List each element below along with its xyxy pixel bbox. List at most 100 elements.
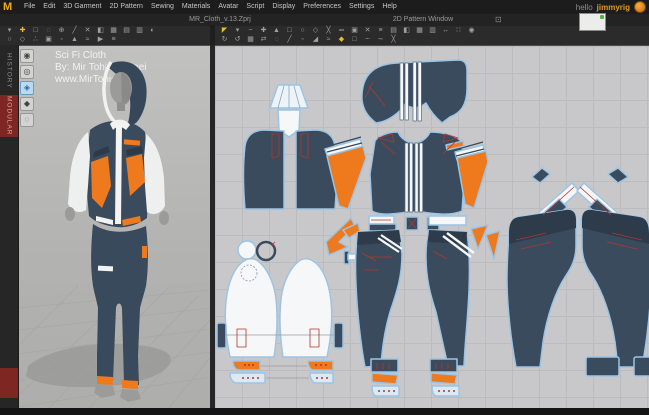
pattern-piece-pantcuff-navy-1[interactable]: [371, 359, 398, 372]
bounding-volume-icon[interactable]: ▣: [42, 35, 55, 44]
pattern-piece-backcuff-1[interactable]: [586, 357, 619, 376]
sleeve-right-3d[interactable]: [144, 134, 165, 214]
scissors-icon[interactable]: ✕: [81, 26, 94, 35]
menu-help[interactable]: Help: [378, 0, 400, 14]
transform-gizmo-icon[interactable]: ⊕: [55, 26, 68, 35]
seam-taping-icon[interactable]: ═: [335, 26, 348, 35]
modular-tab[interactable]: MODULAR: [0, 95, 18, 137]
add-pin-icon[interactable]: ✚: [16, 26, 29, 35]
colorway-preview[interactable]: [579, 13, 606, 31]
slash-tool-icon[interactable]: ╳: [387, 35, 400, 44]
menu-file[interactable]: File: [20, 0, 39, 14]
steam-3d-icon[interactable]: ≈: [81, 35, 94, 44]
pattern-piece-pantcuff-orange-2[interactable]: [431, 373, 457, 384]
pattern-piece-cuff-orange-1[interactable]: [233, 361, 260, 370]
pattern-piece-back-bodice-left[interactable]: [244, 130, 285, 209]
menu-avatar[interactable]: Avatar: [214, 0, 242, 14]
show-arrangement-points-icon[interactable]: ◎: [20, 65, 34, 79]
curve-tool-icon[interactable]: ∼: [374, 35, 387, 44]
show-avatar-icon[interactable]: ◉: [20, 49, 34, 63]
pattern-piece-placket-left[interactable]: [217, 323, 226, 348]
edit-curvature-icon[interactable]: ~: [244, 26, 257, 35]
menu-script[interactable]: Script: [242, 0, 268, 14]
show-mesh-icon[interactable]: ↔: [439, 26, 452, 35]
pose-load-icon[interactable]: ◦: [55, 35, 68, 44]
sleeve-left-3d[interactable]: [68, 132, 90, 212]
menu-settings[interactable]: Settings: [345, 0, 378, 14]
pattern-piece-orange-arrow-right[interactable]: [471, 225, 488, 249]
add-point-icon[interactable]: ✚: [257, 26, 270, 35]
menu-preferences[interactable]: Preferences: [299, 0, 345, 14]
menu-materials[interactable]: Materials: [178, 0, 214, 14]
menu-edit[interactable]: Edit: [39, 0, 59, 14]
username-text[interactable]: jimmyrig: [597, 3, 630, 12]
pattern-piece-sleeve-right[interactable]: [280, 259, 332, 357]
dashed-line-icon[interactable]: ┄: [361, 35, 374, 44]
menu-display[interactable]: Display: [268, 0, 299, 14]
pattern-piece-diamond-left[interactable]: [532, 168, 550, 183]
float-window-icon[interactable]: ⊡: [495, 15, 502, 24]
add-circle-icon[interactable]: ○: [296, 26, 309, 35]
pin-tool-icon[interactable]: ◌: [20, 113, 34, 127]
flip-horizontal-icon[interactable]: ⇄: [257, 35, 270, 44]
add-polygon-icon[interactable]: ▲: [270, 26, 283, 35]
2d-pattern-viewport[interactable]: [215, 45, 649, 409]
fabric-swap-icon[interactable]: ◧: [94, 26, 107, 35]
pattern-piece-orange-tab-right[interactable]: [486, 231, 500, 259]
seam-allowance-icon[interactable]: □: [348, 35, 361, 44]
add-notch-icon[interactable]: ╳: [322, 26, 335, 35]
edit-sewing-icon[interactable]: ▤: [387, 26, 400, 35]
measure-2d-icon[interactable]: ◉: [465, 26, 478, 35]
grading-tool-icon[interactable]: ◆: [335, 35, 348, 44]
pattern-piece-diamond-right[interactable]: [608, 168, 628, 183]
pattern-piece-circle[interactable]: [238, 241, 256, 259]
cut-and-sew-icon[interactable]: ✕: [361, 26, 374, 35]
select-box-icon[interactable]: □: [29, 26, 42, 35]
gizmo-settings-icon[interactable]: ≡: [107, 35, 120, 44]
3d-garment-viewport[interactable]: Sci Fi Cloth By: Mir Tohid Rezaei www.Mi…: [18, 45, 210, 409]
rotate-pattern-icon[interactable]: ◌: [270, 35, 283, 44]
show-grid-icon[interactable]: ▦: [107, 26, 120, 35]
show-texture-icon[interactable]: ▥: [426, 26, 439, 35]
texture-view-icon[interactable]: ▥: [133, 26, 146, 35]
pattern-piece-pantcuff-orange-1[interactable]: [372, 373, 398, 384]
pattern-piece-sleeve-left[interactable]: [225, 259, 277, 357]
segment-sewing-icon[interactable]: ◧: [400, 26, 413, 35]
sewing-line-icon[interactable]: ╱: [68, 26, 81, 35]
pattern-piece-backcuff-2[interactable]: [634, 357, 649, 376]
avatar-size-icon[interactable]: ◇: [16, 35, 29, 44]
3d-scene-canvas[interactable]: [18, 46, 210, 409]
show-sewing-icon[interactable]: ≡: [374, 26, 387, 35]
sync-2d-icon[interactable]: ↻: [218, 35, 231, 44]
arrangement-points-icon[interactable]: ∴: [29, 35, 42, 44]
fold-arrange-icon[interactable]: ◢: [309, 35, 322, 44]
reset-2d-icon[interactable]: ↺: [231, 35, 244, 44]
transform-pattern-icon[interactable]: ◤: [218, 26, 231, 35]
pattern-piece-placket-right[interactable]: [334, 323, 343, 348]
fold-3d-icon[interactable]: ▲: [68, 35, 81, 44]
free-sewing-icon[interactable]: ▦: [413, 26, 426, 35]
show-grading-icon[interactable]: ∷: [452, 26, 465, 35]
viewport-divider[interactable]: [210, 45, 215, 408]
record-tab[interactable]: [0, 368, 18, 398]
pattern-piece-waistband-right[interactable]: [429, 216, 466, 225]
menu-3d-garment[interactable]: 3D Garment: [59, 0, 105, 14]
add-rectangle-icon[interactable]: □: [283, 26, 296, 35]
simulate-dropdown-icon[interactable]: ▾: [3, 26, 16, 35]
select-lasso-icon[interactable]: ◌: [42, 26, 55, 35]
pen-tool-icon[interactable]: ◆: [20, 97, 34, 111]
steam-2d-icon[interactable]: ≈: [322, 35, 335, 44]
render-style-icon[interactable]: ◐: [146, 26, 159, 35]
layer-view-icon[interactable]: ▤: [120, 26, 133, 35]
rearrange-all-icon[interactable]: ▦: [244, 35, 257, 44]
trace-pattern-icon[interactable]: ▣: [348, 26, 361, 35]
pin-2d-icon[interactable]: ◦: [296, 35, 309, 44]
menu-sewing[interactable]: Sewing: [147, 0, 178, 14]
app-logo-icon[interactable]: M: [0, 0, 20, 14]
paint-brush-icon[interactable]: ◈: [20, 81, 34, 95]
pattern-piece-pantcuff-navy-2[interactable]: [430, 359, 457, 372]
play-simulation-icon[interactable]: ▶: [94, 35, 107, 44]
avatar-display-icon[interactable]: ○: [3, 35, 16, 44]
add-dart-icon[interactable]: ◇: [309, 26, 322, 35]
history-tab[interactable]: HISTORY: [0, 48, 18, 94]
